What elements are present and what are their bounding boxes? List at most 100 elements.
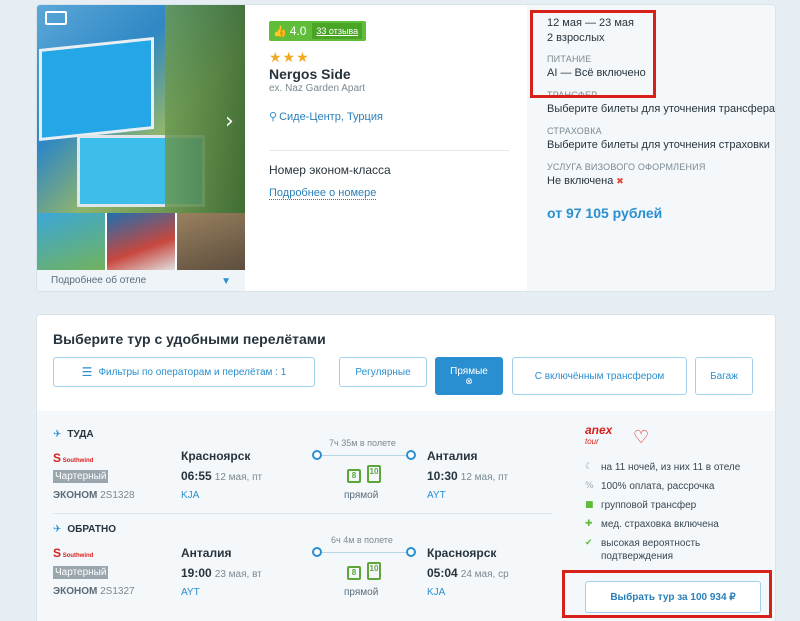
reviews-link[interactable]: 33 отзыва <box>312 23 363 39</box>
divider <box>53 513 553 514</box>
airline-logo: S Southwind <box>53 451 94 465</box>
plane-icon: ✈ <box>53 524 62 535</box>
arrival-time: 10:30 12 мая, пт <box>427 469 508 483</box>
hotel-card: › Подробнее об отеле ▼ 👍 4.0 33 отзыва ★… <box>36 4 776 292</box>
brand-sub: tour <box>585 437 599 446</box>
hotel-name: Nergos Side <box>269 66 351 82</box>
chip-baggage[interactable]: Багаж <box>695 357 753 395</box>
room-type: Номер эконом-класса <box>269 163 391 177</box>
heart-icon: ♡ <box>633 427 650 448</box>
class-name: ЭКОНОМ <box>53 586 98 597</box>
baggage-icon: 10 <box>367 562 381 580</box>
class-name: ЭКОНОМ <box>53 490 98 501</box>
flight-number: 2S1328 <box>100 490 135 501</box>
airline-name: Southwind <box>62 553 94 559</box>
thumbnail[interactable] <box>37 213 105 270</box>
feature-text: на 11 ночей, из них 11 в отеле <box>601 462 741 473</box>
photo-thumbnails <box>37 213 245 270</box>
leg-heading-text: ТУДА <box>67 429 94 440</box>
route-line <box>317 552 411 553</box>
hotel-details-label: Подробнее об отеле <box>51 275 147 286</box>
visa-label: УСЛУГА ВИЗОВОГО ОФОРМЛЕНИЯ <box>547 162 706 172</box>
brand-name: anex <box>585 423 613 437</box>
visa-value: Не включена ✖ <box>547 174 775 189</box>
arrival-city: Красноярск <box>427 546 497 560</box>
departure-time: 19:00 23 мая, вт <box>181 566 262 580</box>
route-dot <box>312 450 322 460</box>
plane-icon: ✈ <box>53 429 62 440</box>
feature-confirmation: ✔ высокая вероятность подтверждения <box>585 537 775 563</box>
hand-luggage-icon: 8 <box>347 469 361 483</box>
star-rating: ★★★ <box>269 50 310 66</box>
departure-time-value: 19:00 <box>181 566 212 580</box>
thumbnail[interactable] <box>107 213 175 270</box>
arrival-airport-code: KJA <box>427 587 446 598</box>
feature-nights: ☾ на 11 ночей, из них 11 в отеле <box>585 461 775 474</box>
sliders-icon: ☰ <box>81 365 93 379</box>
divider <box>269 150 509 151</box>
thumbnail[interactable] <box>177 213 245 270</box>
route-dot <box>406 547 416 557</box>
cross-icon: ✖ <box>613 177 624 187</box>
arrival-airport-code: AYT <box>427 490 446 501</box>
flight-class: ЭКОНОМ 2S1327 <box>53 586 135 597</box>
route-line <box>317 455 411 456</box>
departure-time-value: 06:55 <box>181 469 212 483</box>
price-from: от 97 105 рублей <box>547 205 663 221</box>
arrival-time-value: 10:30 <box>427 469 458 483</box>
check-icon: ✔ <box>585 538 593 548</box>
hotel-details-link[interactable]: Подробнее об отеле ▼ <box>37 270 245 291</box>
highlight-box <box>562 570 772 618</box>
percent-icon: % <box>585 481 594 491</box>
operator-brand: anex tour <box>585 423 775 447</box>
arrival-city: Анталия <box>427 449 478 463</box>
chip-with-transfer[interactable]: С включённым трансфером <box>512 357 687 395</box>
direct-flight-label: прямой <box>344 587 379 598</box>
chip-direct[interactable]: Прямые ⊗ <box>435 357 503 395</box>
departure-airport-code: KJA <box>181 490 200 501</box>
highlight-box <box>530 10 656 98</box>
feature-transfer: ■ групповой трансфер <box>585 499 775 512</box>
flight-duration: 7ч 35м в полете <box>327 438 398 448</box>
route-dot <box>312 547 322 557</box>
feature-text: высокая вероятность подтверждения <box>600 538 701 562</box>
flight-class: ЭКОНОМ 2S1328 <box>53 490 135 501</box>
thumbs-up-icon: 👍 <box>273 24 287 38</box>
arrival-time-value: 05:04 <box>427 566 458 580</box>
airline-logo: S Southwind <box>53 546 94 560</box>
rating-value: 4.0 <box>289 24 307 38</box>
close-icon[interactable]: ⊗ <box>465 377 473 387</box>
arrival-date: 24 мая, ср <box>460 569 509 580</box>
visa-value-text: Не включена <box>547 175 614 187</box>
hand-luggage-icon: 8 <box>347 566 361 580</box>
flight-type-badge: Чартерный <box>53 566 109 579</box>
gallery-icon[interactable] <box>45 11 67 25</box>
leg-heading: ✈ ОБРАТНО <box>53 524 116 535</box>
bus-icon: ■ <box>585 500 594 510</box>
hotel-location[interactable]: ⚲ Сиде-Центр, Турция <box>269 110 383 123</box>
insurance-label: СТРАХОВКА <box>547 126 602 136</box>
route-dot <box>406 450 416 460</box>
hotel-photo[interactable]: › <box>37 5 245 213</box>
filters-button[interactable]: ☰ Фильтры по операторам и перелётам : 1 <box>53 357 315 387</box>
chip-regular[interactable]: Регулярные <box>339 357 427 387</box>
leg-heading-text: ОБРАТНО <box>67 524 116 535</box>
rating-badge: 👍 4.0 33 отзыва <box>269 21 367 41</box>
departure-date: 12 мая, пт <box>214 472 263 483</box>
arrival-date: 12 мая, пт <box>460 472 509 483</box>
chevron-down-icon: ▼ <box>221 276 231 287</box>
leg-heading: ✈ ТУДА <box>53 429 94 440</box>
feature-text: 100% оплата, рассрочка <box>601 481 715 492</box>
hotel-former-name: ex. Naz Garden Apart <box>269 83 366 94</box>
chevron-right-icon[interactable]: › <box>225 109 234 134</box>
flight-duration: 6ч 4м в полете <box>329 535 395 545</box>
room-details-link[interactable]: Подробнее о номере <box>269 187 377 200</box>
map-pin-icon: ⚲ <box>269 110 278 123</box>
medkit-icon: ✚ <box>585 519 593 529</box>
airline-name: Southwind <box>62 458 94 464</box>
flight-type-badge: Чартерный <box>53 470 109 483</box>
departure-city: Анталия <box>181 546 232 560</box>
departure-city: Красноярск <box>181 449 251 463</box>
flight-number: 2S1327 <box>100 586 135 597</box>
location-text: Сиде-Центр, Турция <box>279 111 383 123</box>
